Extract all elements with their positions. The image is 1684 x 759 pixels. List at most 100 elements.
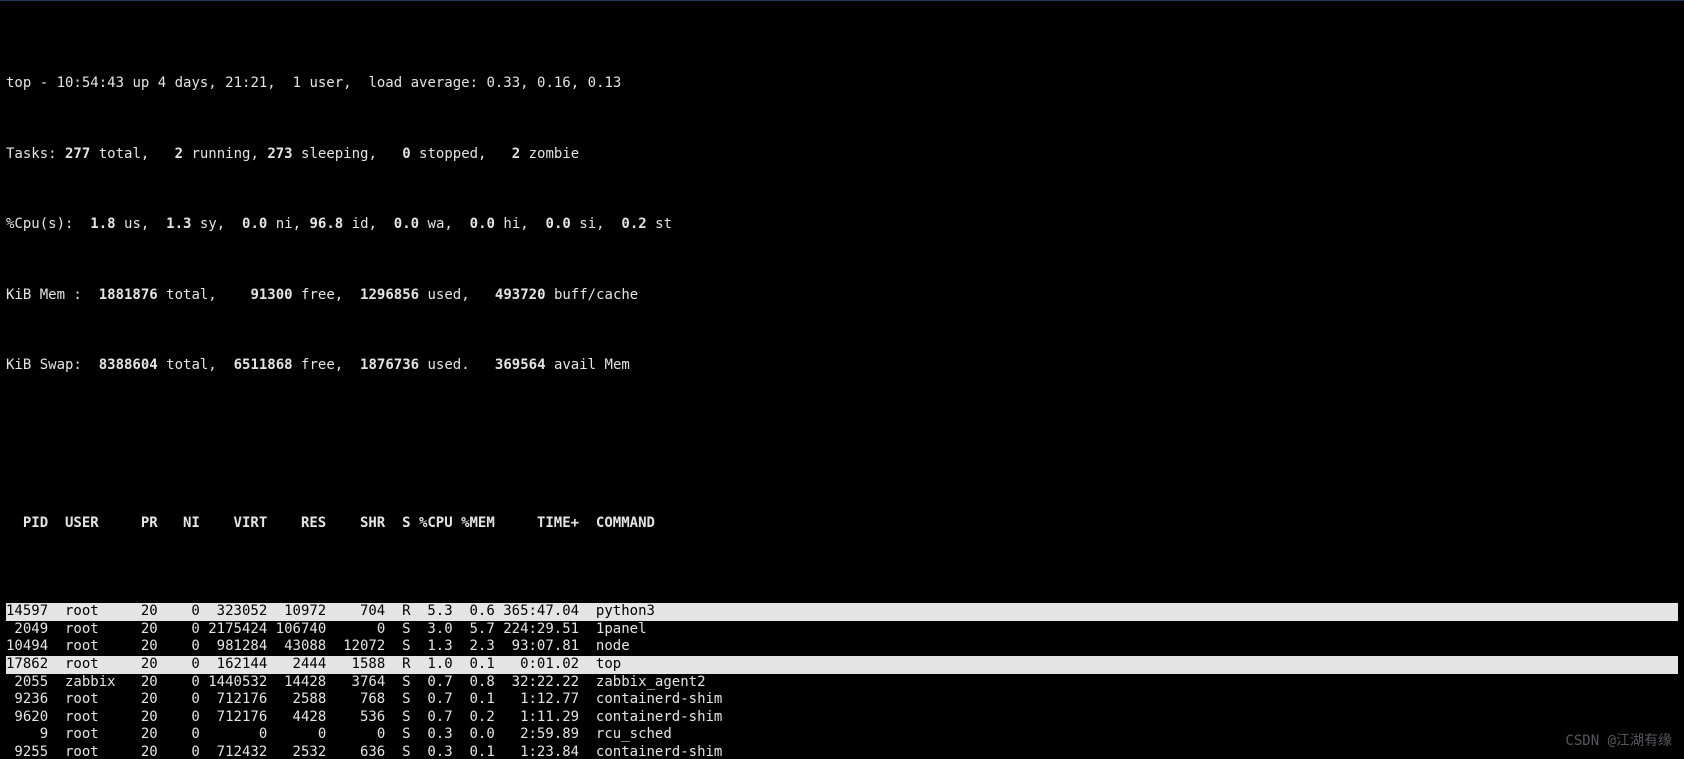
process-row: 9620root2007121764428536S0.70.21:11.29co… — [6, 709, 1678, 727]
cell: 712176 — [208, 709, 275, 727]
process-row: 2049root20021754241067400S3.05.7224:29.5… — [6, 621, 1678, 639]
cell: 0.7 — [411, 691, 462, 709]
cell: 5.7 — [461, 621, 503, 639]
cell: 20 — [132, 691, 166, 709]
cell: 1440532 — [208, 674, 275, 692]
cell: 2049 — [6, 621, 57, 639]
cell: node — [588, 638, 1679, 656]
cell: 20 — [132, 674, 166, 692]
cell: S — [394, 621, 411, 639]
cell: 9 — [6, 726, 57, 744]
cell: 0.6 — [461, 603, 503, 621]
cell: 0.0 — [461, 726, 503, 744]
cell: R — [394, 603, 411, 621]
cell: 0.3 — [411, 744, 462, 759]
cell: 0 — [166, 621, 208, 639]
cell: 0.2 — [461, 709, 503, 727]
cell: 2444 — [276, 656, 335, 674]
cell: 0 — [166, 603, 208, 621]
cell: 1:23.84 — [503, 744, 587, 759]
cell: zabbix_agent2 — [588, 674, 1679, 692]
cell: 20 — [132, 726, 166, 744]
cell: 1:11.29 — [503, 709, 587, 727]
cell: 9255 — [6, 744, 57, 759]
cell: 536 — [335, 709, 394, 727]
blank-line — [6, 427, 1678, 445]
cell: 14597 — [6, 603, 57, 621]
process-row: 9root200000S0.30.02:59.89rcu_sched — [6, 726, 1678, 744]
col-res: RES — [276, 515, 335, 533]
cell: top — [588, 656, 1679, 674]
col-virt: VIRT — [208, 515, 275, 533]
process-table-header: PID USER PR NI VIRT RES SHR S %CPU %MEM … — [6, 515, 1678, 533]
cell: 768 — [335, 691, 394, 709]
cell: python3 — [588, 603, 1679, 621]
cell: S — [394, 691, 411, 709]
cell: 0 — [166, 691, 208, 709]
cell: 712176 — [208, 691, 275, 709]
process-table-body: 14597root20032305210972704R5.30.6365:47.… — [6, 603, 1678, 759]
cell: 20 — [132, 656, 166, 674]
cell: 1:12.77 — [503, 691, 587, 709]
cell: root — [57, 603, 133, 621]
cell: 2055 — [6, 674, 57, 692]
cell: containerd-shim — [588, 691, 1679, 709]
col-cmd: COMMAND — [588, 515, 1679, 533]
cell: root — [57, 726, 133, 744]
col-cpu: %CPU — [411, 515, 462, 533]
cell: 12072 — [335, 638, 394, 656]
cell: 0 — [166, 656, 208, 674]
cell: S — [394, 674, 411, 692]
cell: 17862 — [6, 656, 57, 674]
cell: 162144 — [208, 656, 275, 674]
cell: 20 — [132, 709, 166, 727]
summary-line-uptime: top - 10:54:43 up 4 days, 21:21, 1 user,… — [6, 75, 1678, 93]
col-pid: PID — [6, 515, 57, 533]
cell: S — [394, 638, 411, 656]
cell: 636 — [335, 744, 394, 759]
cell: 0.8 — [461, 674, 503, 692]
cell: 0 — [166, 726, 208, 744]
cell: 0 — [166, 744, 208, 759]
cell: 14428 — [276, 674, 335, 692]
cell: S — [394, 709, 411, 727]
cell: 1.0 — [411, 656, 462, 674]
cell: S — [394, 744, 411, 759]
summary-line-cpu: %Cpu(s): 1.8 us, 1.3 sy, 0.0 ni, 96.8 id… — [6, 216, 1678, 234]
cell: 0.1 — [461, 656, 503, 674]
cell: 704 — [335, 603, 394, 621]
process-row: 17862root20016214424441588R1.00.10:01.02… — [6, 656, 1678, 674]
cell: 0 — [166, 638, 208, 656]
summary-line-tasks: Tasks: 277 total, 2 running, 273 sleepin… — [6, 146, 1678, 164]
cell: R — [394, 656, 411, 674]
cell: 1588 — [335, 656, 394, 674]
cell: 2532 — [276, 744, 335, 759]
process-row: 10494root2009812844308812072S1.32.393:07… — [6, 638, 1678, 656]
cell: root — [57, 638, 133, 656]
cell: 4428 — [276, 709, 335, 727]
cell: 0 — [166, 709, 208, 727]
cell: 10972 — [276, 603, 335, 621]
cell: 365:47.04 — [503, 603, 587, 621]
cell: 1.3 — [411, 638, 462, 656]
cell: 2175424 — [208, 621, 275, 639]
cell: 93:07.81 — [503, 638, 587, 656]
cell: root — [57, 691, 133, 709]
cell: containerd-shim — [588, 709, 1679, 727]
cell: 0.1 — [461, 691, 503, 709]
cell: 3.0 — [411, 621, 462, 639]
cell: 224:29.51 — [503, 621, 587, 639]
process-row: 9255root2007124322532636S0.30.11:23.84co… — [6, 744, 1678, 759]
col-user: USER — [57, 515, 133, 533]
cell: 2588 — [276, 691, 335, 709]
cell: 0 — [276, 726, 335, 744]
col-s: S — [394, 515, 411, 533]
col-ni: NI — [166, 515, 208, 533]
terminal[interactable]: top - 10:54:43 up 4 days, 21:21, 1 user,… — [0, 0, 1684, 759]
cell: 20 — [132, 638, 166, 656]
cell: root — [57, 621, 133, 639]
cell: 0 — [335, 726, 394, 744]
cell: 43088 — [276, 638, 335, 656]
cell: 20 — [132, 603, 166, 621]
cell: 0 — [208, 726, 275, 744]
